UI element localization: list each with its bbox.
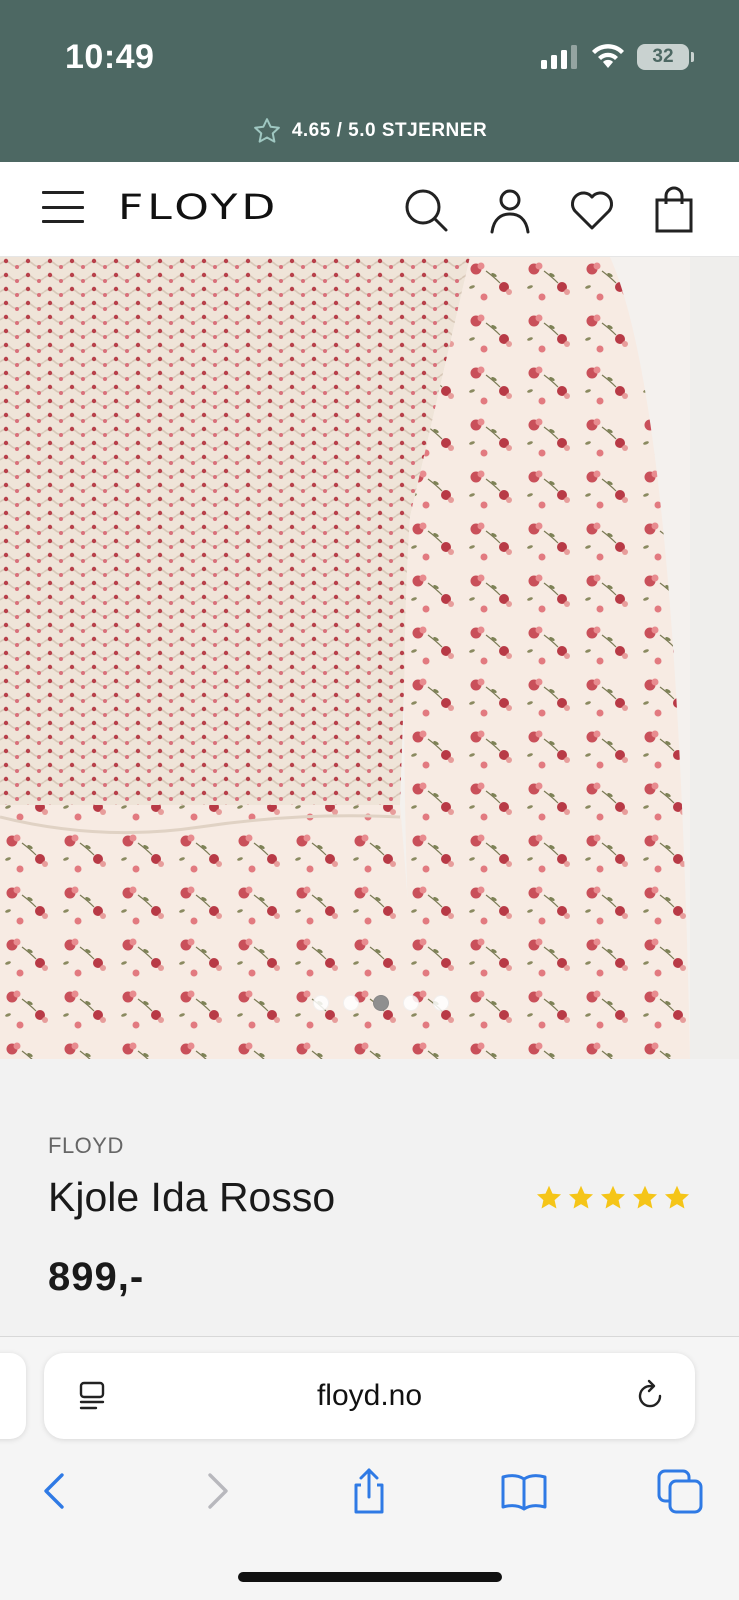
product-image-gallery[interactable] xyxy=(0,257,739,1059)
bookmarks-icon[interactable] xyxy=(500,1467,548,1515)
star-filled-icon xyxy=(664,1185,690,1209)
product-brand[interactable]: FLOYD xyxy=(48,1133,124,1159)
wishlist-heart-icon[interactable] xyxy=(568,186,616,234)
wifi-icon xyxy=(592,44,624,68)
carousel-dot-4[interactable] xyxy=(402,995,419,1011)
menu-icon[interactable] xyxy=(40,187,86,227)
address-bar[interactable]: floyd.no xyxy=(44,1353,695,1439)
cellular-signal-icon xyxy=(541,45,577,69)
previous-tab-edge[interactable] xyxy=(0,1353,26,1439)
battery-icon: 32 xyxy=(637,44,694,70)
star-filled-icon xyxy=(600,1185,626,1209)
search-icon[interactable] xyxy=(402,186,450,234)
product-rating-stars[interactable] xyxy=(535,1184,691,1212)
url-text[interactable]: floyd.no xyxy=(44,1379,695,1413)
product-photo xyxy=(0,257,739,1059)
account-icon[interactable] xyxy=(486,186,534,234)
back-icon[interactable] xyxy=(32,1467,80,1515)
status-icons: 32 xyxy=(541,44,694,70)
carousel-dot-5[interactable] xyxy=(432,995,449,1011)
site-header: FLOYD xyxy=(0,162,739,257)
product-title: Kjole Ida Rosso xyxy=(48,1174,336,1220)
star-outline-icon xyxy=(253,118,280,143)
star-filled-icon xyxy=(568,1185,594,1209)
share-icon[interactable] xyxy=(345,1467,393,1515)
status-bar: 10:49 32 xyxy=(0,0,739,100)
reload-icon[interactable] xyxy=(631,1377,669,1415)
home-indicator xyxy=(238,1572,502,1582)
floyd-logo[interactable]: FLOYD xyxy=(118,188,279,228)
tabs-icon[interactable] xyxy=(656,1467,704,1515)
forward-icon[interactable] xyxy=(192,1467,240,1515)
carousel-dot-3[interactable] xyxy=(372,995,389,1011)
store-rating-bar[interactable]: 4.65 / 5.0 STJERNER xyxy=(0,100,739,162)
store-rating-text: 4.65 / 5.0 STJERNER xyxy=(291,120,488,141)
cart-bag-icon[interactable] xyxy=(650,186,698,234)
product-info: FLOYD Kjole Ida Rosso 899,- xyxy=(0,1059,739,1337)
carousel-dot-2[interactable] xyxy=(342,995,359,1011)
star-filled-icon xyxy=(536,1185,562,1209)
battery-level: 32 xyxy=(652,46,674,67)
star-filled-icon xyxy=(632,1185,658,1209)
carousel-dots xyxy=(0,995,739,1011)
product-price: 899,- xyxy=(48,1255,145,1299)
browser-toolbar-area: floyd.no xyxy=(0,1337,739,1600)
status-time: 10:49 xyxy=(65,38,155,76)
carousel-dot-1[interactable] xyxy=(312,995,329,1011)
